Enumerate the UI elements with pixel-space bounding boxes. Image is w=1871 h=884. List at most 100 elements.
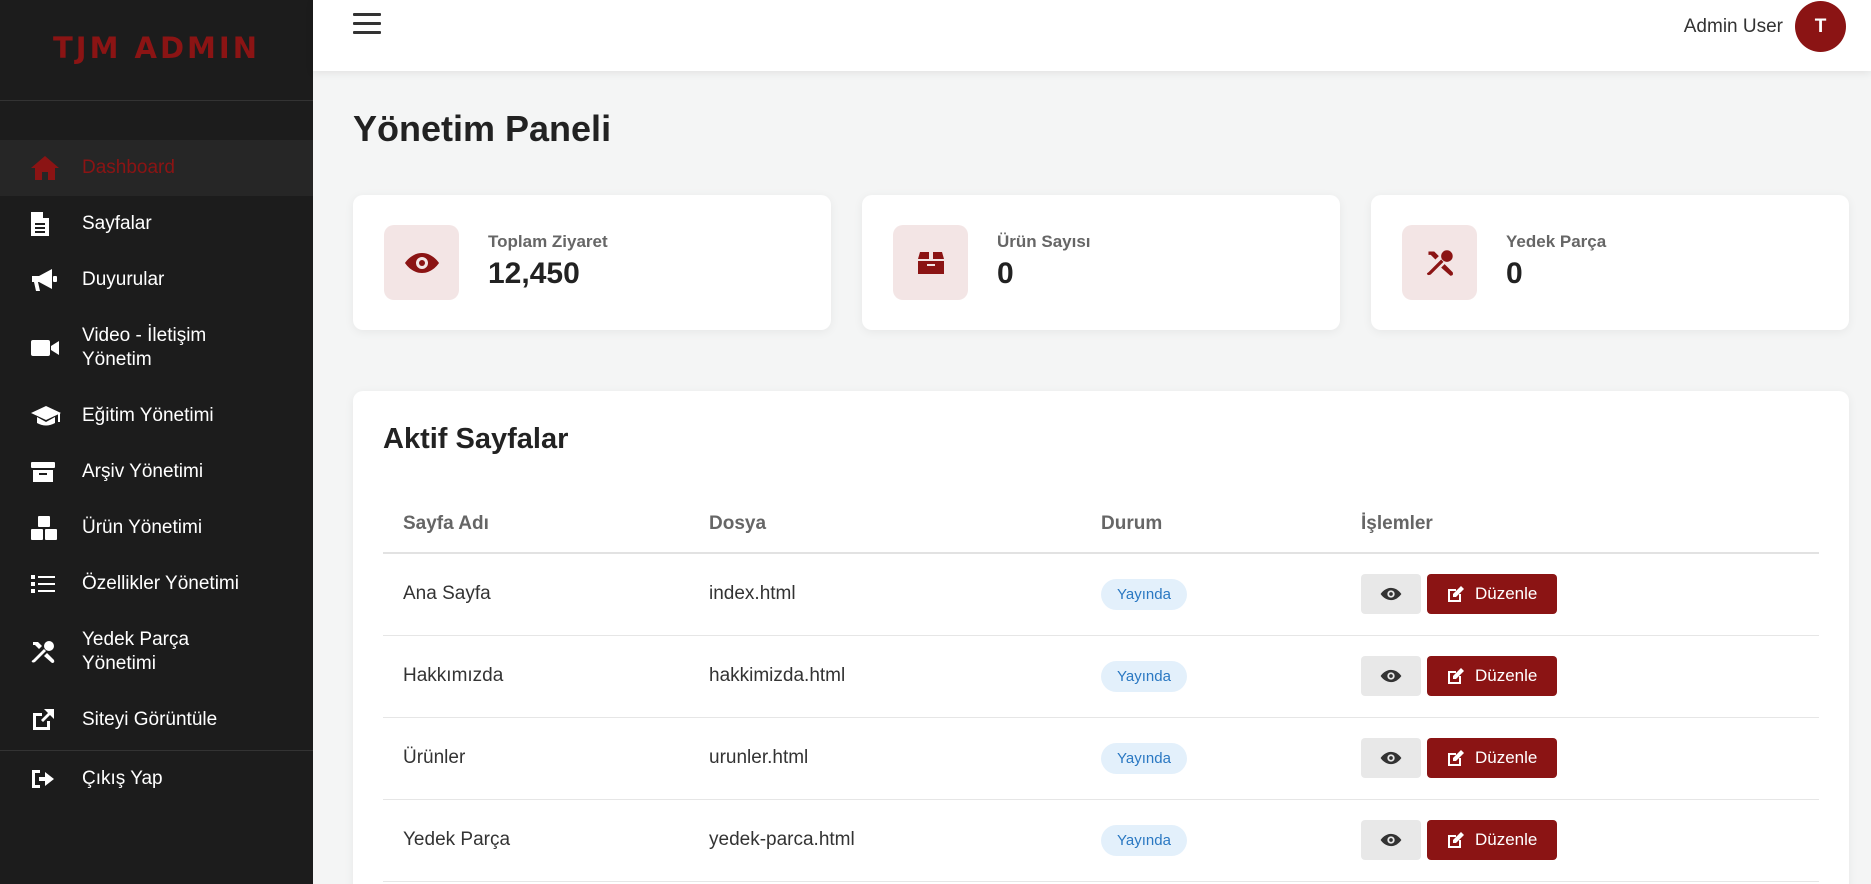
cell-page-name: Ana Sayfa xyxy=(383,553,689,636)
user-name: Admin User xyxy=(1683,15,1783,37)
edit-button-label: Düzenle xyxy=(1475,748,1538,767)
sidebar-item-video-iletisim[interactable]: Video - İletişim Yönetim xyxy=(0,308,313,388)
sidebar-item-label: Eğitim Yönetimi xyxy=(82,405,214,426)
video-icon xyxy=(30,334,64,362)
edit-icon xyxy=(1448,832,1464,848)
eye-icon xyxy=(384,225,459,300)
tools-icon xyxy=(30,638,64,666)
stat-card-toplam-ziyaret: Toplam Ziyaret 12,450 xyxy=(353,195,831,330)
eye-icon xyxy=(1380,751,1402,765)
sidebar-item-urun[interactable]: Ürün Yönetimi xyxy=(0,500,313,556)
brand-logo[interactable]: TJM ADMIN xyxy=(0,0,313,101)
sidebar-item-label: Dashboard xyxy=(82,157,175,178)
status-badge: Yayında xyxy=(1101,824,1187,856)
cell-page-name: Ürünler xyxy=(383,717,689,800)
archive-icon xyxy=(30,458,64,486)
sidebar-item-label: Çıkış Yap xyxy=(82,768,163,789)
edit-icon xyxy=(1448,668,1464,684)
sidebar-item-cikis[interactable]: Çıkış Yap xyxy=(0,751,313,807)
table-row: Ana Sayfa index.html Yayında Düzenle xyxy=(383,553,1819,636)
sidebar-item-ozellikler[interactable]: Özellikler Yönetimi xyxy=(0,556,313,612)
sidebar-item-egitim[interactable]: Eğitim Yönetimi xyxy=(0,388,313,444)
sidebar-item-label: Özellikler Yönetimi xyxy=(82,573,239,594)
home-icon xyxy=(30,154,64,182)
column-header-durum[interactable]: Durum xyxy=(1081,495,1341,554)
table-header-row: Sayfa Adı Dosya Durum İşlemler xyxy=(383,495,1819,554)
user-menu[interactable]: Admin User T xyxy=(1684,1,1846,52)
sidebar-item-label: Video - İletişim Yönetim xyxy=(82,325,207,370)
megaphone-icon xyxy=(30,266,64,294)
avatar[interactable]: T xyxy=(1795,1,1846,52)
active-pages-panel: Aktif Sayfalar Sayfa Adı Dosya Durum İşl… xyxy=(353,391,1849,884)
pages-table: Sayfa Adı Dosya Durum İşlemler Ana Sayfa… xyxy=(383,495,1819,882)
edit-button-label: Düzenle xyxy=(1475,666,1538,685)
edit-icon xyxy=(1448,586,1464,603)
boxes-icon xyxy=(30,514,64,542)
cell-status: Yayında xyxy=(1081,553,1341,636)
status-badge: Yayında xyxy=(1101,742,1187,774)
cell-page-name: Hakkımızda xyxy=(383,635,689,718)
graduation-cap-icon xyxy=(30,402,64,430)
cell-status: Yayında xyxy=(1081,635,1341,718)
cell-actions: Düzenle xyxy=(1341,553,1819,636)
status-badge: Yayında xyxy=(1101,660,1187,692)
table-row: Yedek Parça yedek-parca.html Yayında Düz… xyxy=(383,799,1819,882)
edit-icon xyxy=(1448,750,1464,766)
eye-icon xyxy=(1380,833,1402,847)
stat-value: 12,450 xyxy=(488,257,580,290)
sidebar-item-duyurular[interactable]: Duyurular xyxy=(0,252,313,308)
sidebar-item-label: Siteyi Görüntüle xyxy=(82,709,218,730)
cell-status: Yayında xyxy=(1081,799,1341,882)
edit-button[interactable]: Düzenle xyxy=(1427,738,1558,778)
page-title: Yönetim Paneli xyxy=(353,108,612,149)
box-icon xyxy=(893,225,968,300)
brand-text: TJM ADMIN xyxy=(53,31,260,65)
sidebar-item-sayfalar[interactable]: Sayfalar xyxy=(0,196,313,252)
sidebar-item-siteyi-goruntule[interactable]: Siteyi Görüntüle xyxy=(0,692,313,748)
sidebar-item-dashboard[interactable]: Dashboard xyxy=(0,140,313,196)
cell-actions: Düzenle xyxy=(1341,717,1819,800)
edit-button[interactable]: Düzenle xyxy=(1427,656,1558,696)
stat-label: Toplam Ziyaret xyxy=(488,232,608,251)
cell-file: index.html xyxy=(689,553,1081,636)
top-bar: Admin User T xyxy=(313,0,1871,71)
sidebar-item-label: Yedek Parça Yönetimi xyxy=(82,629,190,674)
stat-card-urun-sayisi: Ürün Sayısı 0 xyxy=(862,195,1340,330)
cell-status: Yayında xyxy=(1081,717,1341,800)
external-link-icon xyxy=(30,706,64,734)
column-header-sayfa-adi[interactable]: Sayfa Adı xyxy=(383,495,689,554)
view-button[interactable] xyxy=(1361,738,1421,778)
cell-file: yedek-parca.html xyxy=(689,799,1081,882)
edit-button-label: Düzenle xyxy=(1475,830,1538,849)
cell-actions: Düzenle xyxy=(1341,635,1819,718)
sidebar-item-label: Duyurular xyxy=(82,269,165,290)
sign-out-icon xyxy=(30,765,64,793)
cell-file: hakkimizda.html xyxy=(689,635,1081,718)
view-button[interactable] xyxy=(1361,656,1421,696)
status-badge: Yayında xyxy=(1101,578,1187,610)
stat-value: 0 xyxy=(997,257,1014,290)
view-button[interactable] xyxy=(1361,574,1421,615)
panel-title: Aktif Sayfalar xyxy=(383,423,569,455)
sidebar-nav: Dashboard Sayfalar Duyurular Video - İle… xyxy=(0,140,313,807)
cell-file: urunler.html xyxy=(689,717,1081,800)
column-header-dosya[interactable]: Dosya xyxy=(689,495,1081,554)
cell-page-name: Yedek Parça xyxy=(383,799,689,882)
sidebar-item-yedek-parca[interactable]: Yedek Parça Yönetimi xyxy=(0,612,313,692)
cell-actions: Düzenle xyxy=(1341,799,1819,882)
sidebar-item-arsiv[interactable]: Arşiv Yönetimi xyxy=(0,444,313,500)
file-icon xyxy=(30,210,64,238)
stat-label: Ürün Sayısı xyxy=(997,232,1091,251)
stat-label: Yedek Parça xyxy=(1506,232,1607,251)
edit-button[interactable]: Düzenle xyxy=(1427,820,1558,860)
column-header-islemler: İşlemler xyxy=(1341,495,1819,554)
view-button[interactable] xyxy=(1361,820,1421,860)
menu-toggle-icon[interactable] xyxy=(353,13,381,37)
tools-icon xyxy=(1402,225,1477,300)
sidebar-item-label: Arşiv Yönetimi xyxy=(82,461,204,482)
sidebar: TJM ADMIN Dashboard Sayfalar Duyurular V… xyxy=(0,0,313,884)
edit-button[interactable]: Düzenle xyxy=(1427,574,1558,615)
sidebar-item-label: Sayfalar xyxy=(82,213,152,234)
list-icon xyxy=(30,570,64,598)
eye-icon xyxy=(1380,588,1402,601)
